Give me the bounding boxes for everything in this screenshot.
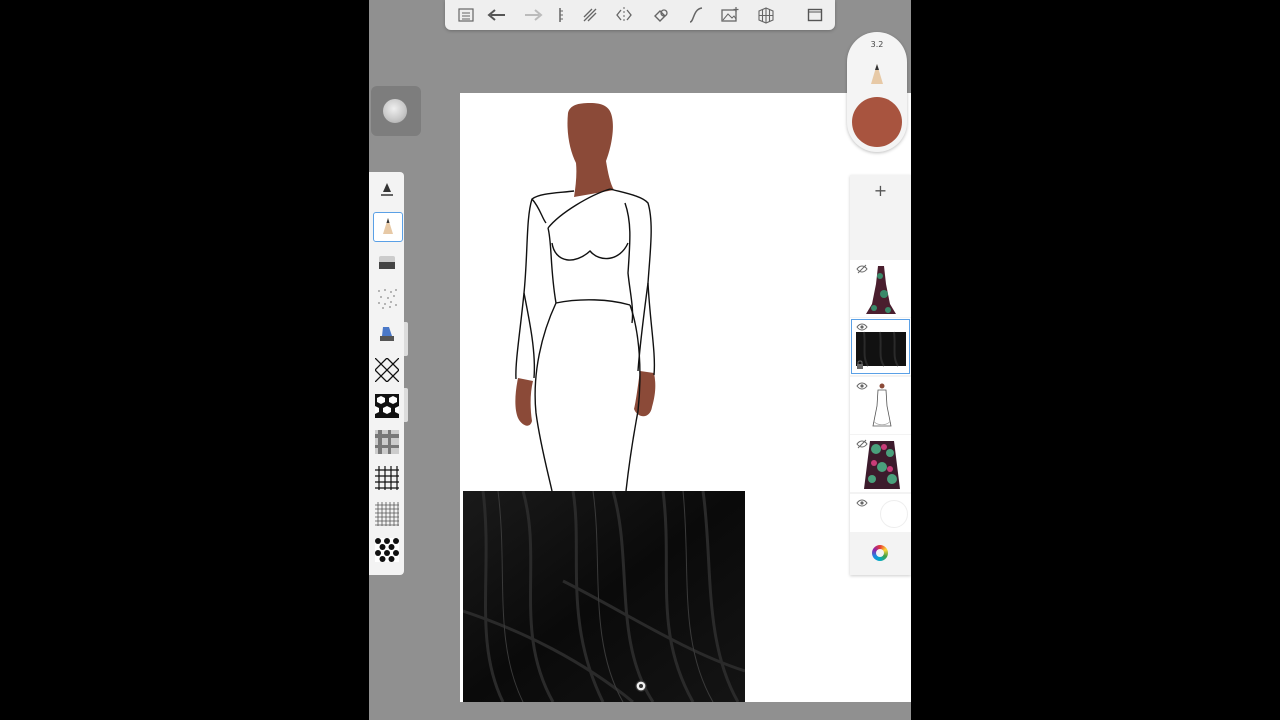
layer-floral-fabric[interactable] (850, 435, 911, 492)
brush-color-puck[interactable]: 3.2 (847, 32, 907, 152)
eye-icon[interactable] (856, 322, 868, 332)
pivot-handle-icon[interactable] (635, 680, 647, 692)
top-toolbar (445, 0, 835, 30)
symmetry-icon[interactable] (611, 4, 637, 26)
layer-black-fabric[interactable] (850, 318, 911, 375)
hidden-eye-icon[interactable] (856, 439, 868, 449)
undo-icon[interactable] (483, 4, 509, 26)
plaid-icon[interactable] (373, 428, 401, 456)
background-thumbnail (880, 500, 908, 528)
redo-icon[interactable] (521, 4, 547, 26)
fine-grid-icon[interactable] (373, 500, 401, 528)
brush-tool-panel (369, 172, 408, 575)
fullscreen-icon[interactable] (802, 4, 828, 26)
black-fabric-layer (463, 491, 745, 702)
marker-icon[interactable] (373, 320, 401, 348)
eye-icon[interactable] (856, 498, 868, 508)
brush-size-label: 3.2 (870, 40, 884, 49)
drawing-app: 3.2 + (369, 0, 911, 720)
dots-pattern-icon[interactable] (373, 284, 401, 312)
layer-floral-dress[interactable] (850, 260, 911, 317)
hexagon-pattern-icon[interactable] (373, 392, 401, 420)
panel-tab[interactable] (404, 322, 408, 356)
eye-icon[interactable] (856, 381, 868, 391)
diamond-grid-icon[interactable] (373, 356, 401, 384)
pencil-icon[interactable] (373, 212, 403, 242)
ruler-icon[interactable] (547, 4, 573, 26)
transform-icon[interactable] (577, 4, 603, 26)
add-image-icon[interactable] (717, 4, 743, 26)
layer-croquis-sketch[interactable] (850, 377, 911, 434)
brush-knob-panel[interactable] (371, 86, 421, 136)
layer-background[interactable] (850, 494, 911, 532)
panel-tab[interactable] (404, 388, 408, 422)
brush-knob[interactable] (383, 99, 407, 123)
pen-icon[interactable] (373, 176, 401, 204)
color-wheel-icon[interactable] (872, 545, 888, 561)
eraser-icon[interactable] (373, 248, 401, 276)
list-icon[interactable] (453, 4, 479, 26)
pencil-icon (871, 64, 883, 84)
fill-icon[interactable] (647, 4, 673, 26)
layers-panel: + (850, 175, 911, 575)
grid-icon[interactable] (373, 464, 401, 492)
add-layer-button[interactable]: + (850, 175, 911, 205)
perspective-icon[interactable] (753, 4, 779, 26)
croquis-sketch (515, 103, 656, 491)
lock-icon[interactable] (856, 360, 864, 369)
polka-dot-icon[interactable] (373, 536, 401, 564)
hidden-eye-icon[interactable] (856, 264, 868, 274)
color-swatch[interactable] (852, 97, 902, 147)
curve-icon[interactable] (683, 4, 709, 26)
drawing-canvas[interactable] (460, 93, 911, 702)
